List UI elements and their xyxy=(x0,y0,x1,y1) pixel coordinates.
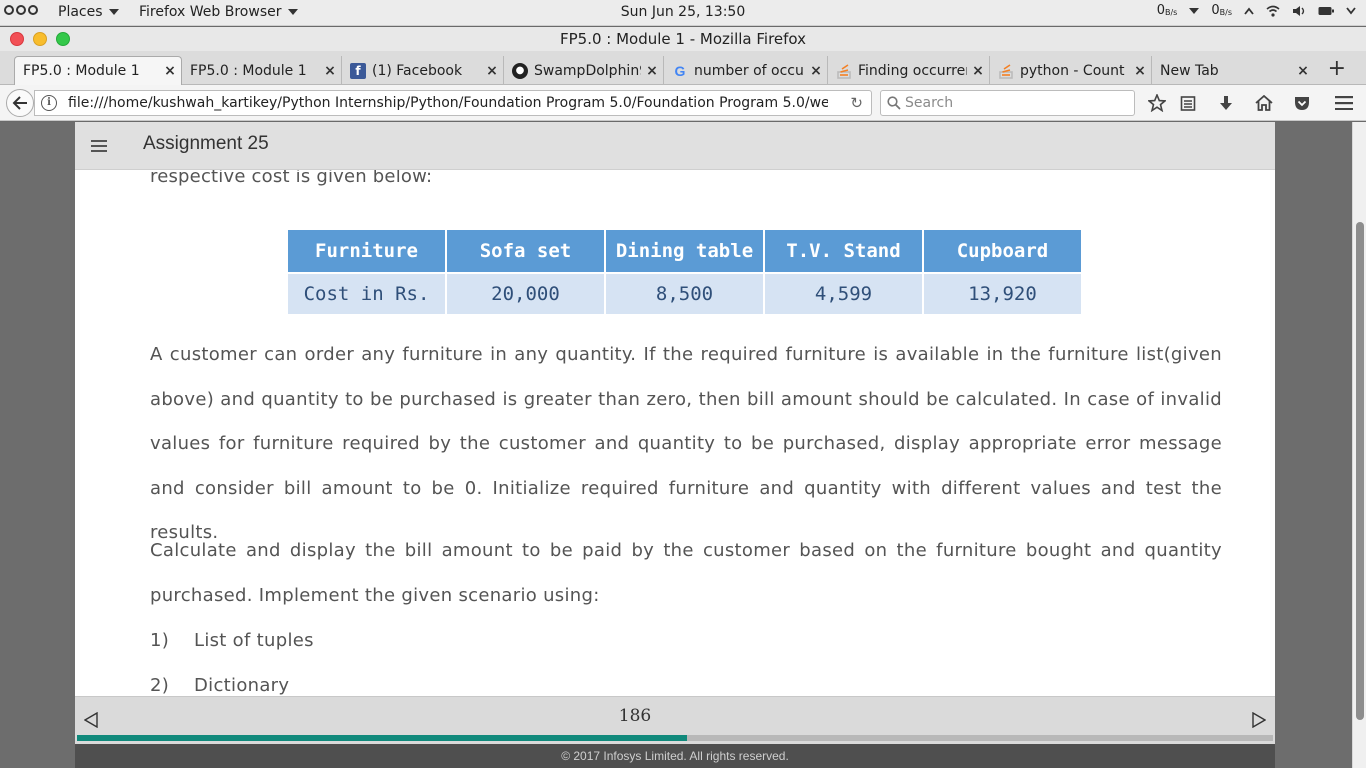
chevron-down-icon xyxy=(1189,7,1200,14)
volume-icon xyxy=(1293,5,1305,16)
bookmarks-list-icon[interactable] xyxy=(1178,93,1198,113)
furniture-cost-table: Furniture Sofa set Dining table T.V. Sta… xyxy=(286,228,1083,316)
tab-label: FP5.0 : Module 1 xyxy=(23,63,140,79)
search-placeholder: Search xyxy=(905,95,954,111)
chevron-down-icon xyxy=(287,9,298,15)
app-menu-label: Firefox Web Browser xyxy=(139,4,282,20)
table-header-cell: T.V. Stand xyxy=(763,228,924,274)
new-tab-button[interactable]: + xyxy=(1328,58,1346,80)
net-down-speed: 0B/s xyxy=(1156,3,1178,18)
table-header-row: Furniture Sofa set Dining table T.V. Sta… xyxy=(286,228,1083,274)
app-menu[interactable]: Firefox Web Browser xyxy=(139,4,298,20)
table-cell: 4,599 xyxy=(763,272,924,316)
scrollbar-thumb[interactable] xyxy=(1356,222,1364,720)
vertical-scrollbar[interactable] xyxy=(1352,122,1366,768)
pocket-icon[interactable] xyxy=(1292,93,1312,113)
search-input[interactable]: Search xyxy=(880,90,1135,116)
tab-label: SwampDolphin9 xyxy=(534,62,641,79)
table-header-cell: Cupboard xyxy=(922,228,1083,274)
table-cell: 13,920 xyxy=(922,272,1083,316)
copyright-footer: © 2017 Infosys Limited. All rights reser… xyxy=(75,744,1275,768)
page-viewport: Assignment 25 respective cost is given b… xyxy=(0,122,1352,768)
table-header-cell: Sofa set xyxy=(445,228,606,274)
back-button[interactable] xyxy=(6,89,34,117)
close-icon[interactable]: × xyxy=(1292,63,1314,79)
table-header-cell: Dining table xyxy=(604,228,765,274)
close-icon[interactable]: × xyxy=(159,63,181,79)
close-icon[interactable]: × xyxy=(641,63,663,79)
list-item: 2) Dictionary xyxy=(150,675,290,696)
module-container: Assignment 25 respective cost is given b… xyxy=(75,122,1275,768)
chevron-up-icon xyxy=(1244,7,1254,15)
list-item: 1) List of tuples xyxy=(150,630,314,651)
tab-label: python - Count occurrences xyxy=(1020,62,1129,79)
tab-google[interactable]: G number of occurrences× xyxy=(664,56,828,85)
wifi-icon xyxy=(1266,5,1280,17)
tab-new-tab[interactable]: New Tab × xyxy=(1152,56,1314,85)
next-page-button[interactable] xyxy=(1252,712,1266,728)
info-icon[interactable]: i xyxy=(41,95,57,111)
tab-stackoverflow-2[interactable]: python - Count occurrences× xyxy=(990,56,1152,85)
home-icon[interactable] xyxy=(1254,93,1274,113)
stackoverflow-icon xyxy=(998,63,1014,79)
url-bar[interactable]: i file:///home/kushwah_kartikey/Python I… xyxy=(34,90,872,116)
url-text: file:///home/kushwah_kartikey/Python Int… xyxy=(68,95,828,111)
table-cell: Cost in Rs. xyxy=(286,272,447,316)
close-icon[interactable]: × xyxy=(1129,63,1151,79)
close-icon[interactable]: × xyxy=(319,63,341,79)
activities-icon[interactable] xyxy=(4,5,38,15)
window-titlebar: FP5.0 : Module 1 - Mozilla Firefox xyxy=(0,27,1366,51)
system-top-bar: Places Firefox Web Browser Sun Jun 25, 1… xyxy=(0,0,1366,26)
close-icon[interactable]: × xyxy=(481,63,503,79)
window-title: FP5.0 : Module 1 - Mozilla Firefox xyxy=(559,30,807,48)
download-icon[interactable] xyxy=(1216,93,1236,113)
bookmark-star-icon[interactable] xyxy=(1147,93,1167,113)
tab-github[interactable]: ● SwampDolphin9 × xyxy=(504,56,664,85)
tab-stackoverflow-1[interactable]: Finding occurrences× xyxy=(828,56,990,85)
stackoverflow-icon xyxy=(836,63,852,79)
module-header: Assignment 25 xyxy=(75,122,1275,170)
net-up-speed: 0B/s xyxy=(1211,3,1232,18)
menu-icon[interactable] xyxy=(1334,93,1354,113)
close-icon[interactable]: × xyxy=(805,63,827,79)
reload-icon[interactable]: ↻ xyxy=(850,94,863,112)
chevron-down-icon xyxy=(1346,6,1356,14)
google-icon: G xyxy=(674,62,686,79)
places-label: Places xyxy=(58,4,103,20)
facebook-icon: f xyxy=(350,62,366,79)
tab-label: FP5.0 : Module 1 xyxy=(190,62,307,79)
table-header-cell: Furniture xyxy=(286,228,447,274)
arrow-left-icon xyxy=(12,96,27,110)
tab-module-1-active[interactable]: FP5.0 : Module 1 × xyxy=(14,56,182,85)
module-progress-bar xyxy=(77,735,1273,741)
places-menu[interactable]: Places xyxy=(58,4,119,20)
search-icon xyxy=(887,96,901,110)
close-icon[interactable]: × xyxy=(967,63,989,79)
navigation-toolbar: i file:///home/kushwah_kartikey/Python I… xyxy=(0,85,1366,121)
hamburger-menu-icon[interactable] xyxy=(91,140,107,155)
table-row: Cost in Rs. 20,000 8,500 4,599 13,920 xyxy=(286,272,1083,316)
tab-label: (1) Facebook xyxy=(372,62,463,79)
battery-icon xyxy=(1318,6,1334,15)
description-paragraph: A customer can order any furniture in an… xyxy=(150,344,1222,543)
github-icon: ● xyxy=(512,62,528,79)
tab-module-1[interactable]: FP5.0 : Module 1 × xyxy=(182,56,342,85)
chevron-down-icon xyxy=(108,9,119,15)
task-paragraph: Calculate and display the bill amount to… xyxy=(150,540,1222,606)
tab-label: number of occurrences xyxy=(694,62,805,79)
tab-label: New Tab xyxy=(1160,62,1219,79)
system-tray[interactable]: 0B/s 0B/s xyxy=(1157,3,1356,18)
tab-label: Finding occurrences xyxy=(858,62,967,79)
page-number: 186 xyxy=(618,706,652,726)
tab-strip: FP5.0 : Module 1 × FP5.0 : Module 1 × f (1… xyxy=(0,51,1366,85)
tab-facebook[interactable]: f (1) Facebook × xyxy=(342,56,504,85)
table-cell: 8,500 xyxy=(604,272,765,316)
progress-fill xyxy=(77,735,687,741)
page-title: Assignment 25 xyxy=(143,133,269,154)
table-cell: 20,000 xyxy=(445,272,606,316)
